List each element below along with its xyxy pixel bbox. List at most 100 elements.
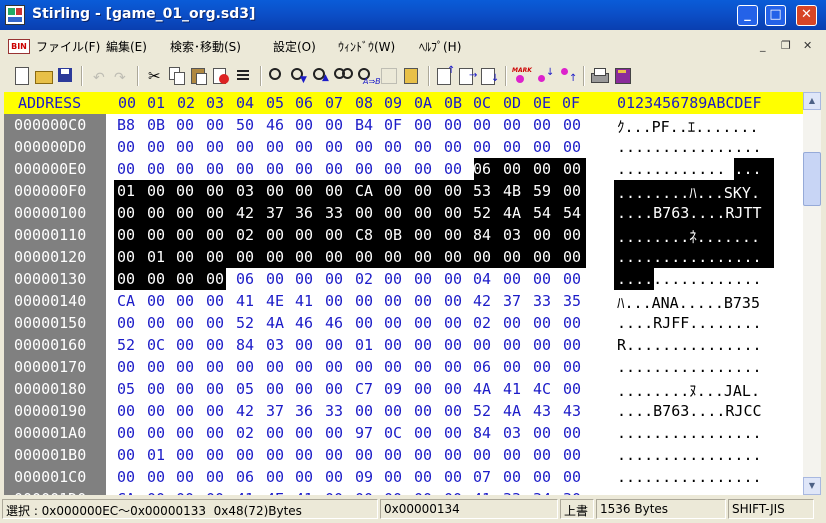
hex-byte[interactable]: 4E [266, 292, 284, 310]
find-text-icon[interactable] [378, 65, 399, 86]
hex-byte[interactable]: 00 [295, 380, 313, 398]
hex-byte[interactable]: 01 [355, 336, 373, 354]
hex-byte[interactable]: 00 [147, 314, 165, 332]
hex-row[interactable]: 00000150 00 00 00 00 52 4A 46 46 00 00 00 00 02 00 00 00… [4, 312, 803, 334]
hex-byte[interactable]: 00 [295, 446, 313, 464]
hex-row[interactable]: 000000F0 01 00 00 00 03 00 00 00 CA 00 00 00 53 4B 59 00… [4, 180, 803, 202]
hex-byte[interactable]: 50 [236, 116, 254, 134]
hex-byte[interactable]: 00 [444, 490, 462, 495]
hex-byte[interactable]: 06 [473, 160, 491, 178]
hex-row[interactable]: 000001D0 CA 00 00 00 41 4E 41 00 00 00 00 00 41 33 34 30… [4, 488, 803, 495]
hex-byte[interactable]: 00 [266, 380, 284, 398]
hex-byte[interactable]: 00 [325, 160, 343, 178]
hex-byte[interactable]: 33 [325, 402, 343, 420]
ascii-text[interactable]: ........ﾇ...JAL. [617, 380, 760, 401]
hex-byte[interactable]: 00 [563, 446, 581, 464]
hex-byte[interactable]: 00 [533, 116, 551, 134]
hex-byte[interactable]: 00 [444, 380, 462, 398]
hex-byte[interactable]: 00 [384, 402, 402, 420]
hex-byte[interactable]: 00 [384, 336, 402, 354]
hex-byte[interactable]: 00 [355, 358, 373, 376]
hex-byte[interactable]: 00 [533, 468, 551, 486]
hex-byte[interactable]: 00 [206, 270, 224, 288]
hex-view[interactable]: ADDRESS 00 01 02 03 04 05 06 07 08 09 0A… [4, 92, 803, 495]
mdi-close-button[interactable]: ✕ [803, 39, 812, 52]
hex-byte[interactable]: 36 [295, 204, 313, 222]
list-icon[interactable] [233, 65, 254, 86]
hex-byte[interactable]: 4A [503, 204, 521, 222]
hex-byte[interactable]: 00 [295, 138, 313, 156]
hex-byte[interactable]: 00 [236, 138, 254, 156]
hex-byte[interactable]: 41 [295, 490, 313, 495]
hex-byte[interactable]: 00 [444, 160, 462, 178]
hex-byte[interactable]: 00 [266, 160, 284, 178]
minimize-button[interactable]: _ [737, 5, 758, 26]
hex-byte[interactable]: 07 [473, 468, 491, 486]
hex-byte[interactable]: 00 [147, 402, 165, 420]
vertical-scrollbar[interactable]: ▲ ▼ [803, 92, 821, 495]
hex-byte[interactable]: 4C [533, 380, 551, 398]
hex-byte[interactable]: 00 [533, 314, 551, 332]
hex-byte[interactable]: 00 [414, 402, 432, 420]
hex-byte[interactable]: 00 [414, 336, 432, 354]
hex-byte[interactable]: CA [117, 292, 135, 310]
hex-byte[interactable]: 4E [266, 490, 284, 495]
hex-byte[interactable]: 00 [533, 248, 551, 266]
hex-byte[interactable]: 00 [295, 468, 313, 486]
hex-byte[interactable]: 84 [473, 226, 491, 244]
hex-row[interactable]: 00000160 52 0C 00 00 84 03 00 00 01 00 00 00 00 00 00 00… [4, 334, 803, 356]
hex-byte[interactable]: 00 [325, 138, 343, 156]
mark-icon[interactable]: MARK [511, 65, 532, 86]
hex-byte[interactable]: 00 [176, 424, 194, 442]
ascii-text[interactable]: ........ﾊ...SKY. [617, 182, 760, 203]
menu-settings[interactable]: 設定(O) [273, 38, 316, 55]
hex-byte[interactable]: 42 [473, 292, 491, 310]
hex-byte[interactable]: 00 [147, 380, 165, 398]
hex-byte[interactable]: 03 [266, 336, 284, 354]
menu-window[interactable]: ｳｨﾝﾄﾞｳ(W) [338, 38, 395, 55]
hex-byte[interactable]: 52 [236, 314, 254, 332]
mark-prev-icon[interactable]: ↑ [557, 65, 578, 86]
insert-icon[interactable]: ↑ [434, 65, 455, 86]
hex-byte[interactable]: 09 [384, 380, 402, 398]
hex-byte[interactable]: 00 [117, 248, 135, 266]
hex-byte[interactable]: 00 [355, 314, 373, 332]
hex-byte[interactable]: 37 [266, 402, 284, 420]
hex-byte[interactable]: 00 [414, 292, 432, 310]
hex-byte[interactable]: 00 [503, 336, 521, 354]
hex-byte[interactable]: 41 [236, 292, 254, 310]
hex-byte[interactable]: 00 [533, 358, 551, 376]
hex-byte[interactable]: 00 [384, 292, 402, 310]
hex-byte[interactable]: 00 [563, 314, 581, 332]
hex-byte[interactable]: 00 [533, 226, 551, 244]
hex-byte[interactable]: 00 [414, 116, 432, 134]
hex-byte[interactable]: 00 [295, 116, 313, 134]
hex-byte[interactable]: 00 [176, 248, 194, 266]
hex-byte[interactable]: 00 [147, 424, 165, 442]
find-icon[interactable] [266, 65, 287, 86]
title-bar[interactable]: Stirling - [game_01_org.sd3] _ □ ✕ [0, 0, 826, 30]
cut-icon[interactable]: ✂ [144, 65, 165, 86]
hex-byte[interactable]: 00 [206, 490, 224, 495]
hex-byte[interactable]: 4A [473, 380, 491, 398]
hex-byte[interactable]: 00 [473, 138, 491, 156]
hex-byte[interactable]: 00 [503, 314, 521, 332]
hex-byte[interactable]: 00 [503, 468, 521, 486]
hex-byte[interactable]: 00 [266, 468, 284, 486]
hex-byte[interactable]: 00 [325, 468, 343, 486]
hex-row[interactable]: 00000170 00 00 00 00 00 00 00 00 00 00 00 00 06 00 00 00… [4, 356, 803, 378]
app-icon[interactable] [5, 5, 25, 25]
ascii-text[interactable]: R............... [617, 336, 762, 354]
ascii-text[interactable]: ｸ...PF..ｴ....... [617, 116, 758, 137]
hex-row[interactable]: 000001A0 00 00 00 00 02 00 00 00 97 0C 00 00 84 03 00 00… [4, 422, 803, 444]
hex-byte[interactable]: 00 [325, 424, 343, 442]
hex-byte[interactable]: 42 [236, 204, 254, 222]
hex-byte[interactable]: 00 [384, 182, 402, 200]
hex-byte[interactable]: 01 [117, 182, 135, 200]
hex-row[interactable]: 00000180 05 00 00 00 05 00 00 00 C7 09 00 00 4A 41 4C 00… [4, 378, 803, 400]
hex-byte[interactable]: 00 [533, 160, 551, 178]
ascii-text[interactable]: ................ [617, 138, 762, 156]
hex-byte[interactable]: 00 [176, 138, 194, 156]
hex-byte[interactable]: 00 [206, 204, 224, 222]
hex-byte[interactable]: 00 [147, 138, 165, 156]
